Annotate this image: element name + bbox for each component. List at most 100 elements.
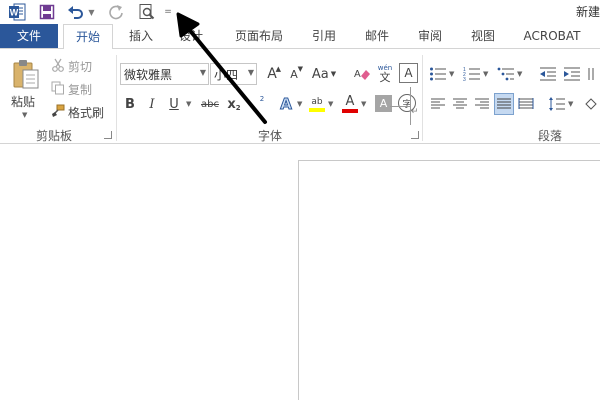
ribbon-tabs: 文件 开始 插入 设计 页面布局 引用 邮件 审阅 视图 ACROBAT xyxy=(0,24,600,49)
tab-view[interactable]: 视图 xyxy=(464,24,502,48)
save-button[interactable] xyxy=(37,2,57,22)
document-area[interactable] xyxy=(0,145,600,400)
character-border-icon: A xyxy=(404,66,413,80)
paragraph-group-label: 段落 xyxy=(537,129,562,143)
line-spacing-button[interactable] xyxy=(547,93,567,115)
font-size-combo[interactable]: 小四 ▼ xyxy=(210,63,257,85)
font-name-combo[interactable]: 微软雅黑 ▼ xyxy=(120,63,209,85)
decrease-indent-icon xyxy=(540,67,556,81)
superscript-mark: 2 xyxy=(259,95,265,103)
tab-review[interactable]: 审阅 xyxy=(411,24,449,48)
text-effects-dropdown-icon[interactable]: ▼ xyxy=(297,100,302,108)
font-color-swatch xyxy=(342,109,358,113)
svg-text:A: A xyxy=(354,69,361,80)
copy-icon[interactable] xyxy=(50,80,66,96)
align-center-button[interactable] xyxy=(450,93,470,115)
justify-button[interactable] xyxy=(494,93,514,115)
clear-formatting-button[interactable]: A xyxy=(352,63,372,85)
word-logo-icon[interactable]: W xyxy=(7,2,27,22)
window-title: 新建 xyxy=(575,5,600,19)
chinese-layout-button[interactable] xyxy=(586,63,600,85)
distributed-button[interactable] xyxy=(516,93,536,115)
undo-dropdown[interactable]: ▼ xyxy=(87,2,96,22)
tab-design[interactable]: 设计 xyxy=(170,24,212,48)
justify-icon xyxy=(497,98,511,109)
print-preview-icon xyxy=(139,4,155,20)
character-border-button[interactable]: A xyxy=(399,63,418,83)
document-page[interactable] xyxy=(298,160,600,400)
phonetic-guide-icon: 文 xyxy=(379,71,391,84)
increase-indent-button[interactable] xyxy=(562,63,582,85)
align-right-button[interactable] xyxy=(472,93,492,115)
chinese-layout-icon xyxy=(588,68,594,80)
clipboard-launcher-icon[interactable] xyxy=(104,131,112,139)
underline-dropdown-icon[interactable]: ▼ xyxy=(186,100,191,108)
save-icon xyxy=(39,4,55,20)
tab-references[interactable]: 引用 xyxy=(305,24,343,48)
paste-dropdown-icon[interactable]: ▼ xyxy=(22,111,27,119)
quick-access-toolbar: W ▼ = 新建 xyxy=(0,0,600,24)
distributed-icon xyxy=(518,98,534,109)
subscript-icon: x xyxy=(227,96,236,112)
format-painter-icon[interactable] xyxy=(50,103,66,119)
shading-button[interactable] xyxy=(582,93,600,115)
text-effects-icon: A xyxy=(280,95,293,114)
cut-button[interactable]: 剪切 xyxy=(68,58,92,75)
multilevel-list-dropdown-icon[interactable]: ▼ xyxy=(517,70,522,78)
paste-button[interactable]: 粘贴 xyxy=(11,93,35,110)
font-color-dropdown-icon[interactable]: ▼ xyxy=(361,100,366,108)
change-case-icon: Aa xyxy=(311,66,329,82)
font-launcher-icon[interactable] xyxy=(411,131,419,139)
align-left-button[interactable] xyxy=(428,93,448,115)
eraser-icon: A xyxy=(354,69,370,80)
tab-page-layout[interactable]: 页面布局 xyxy=(228,24,290,48)
svg-text:W: W xyxy=(10,8,19,18)
bold-button[interactable]: B xyxy=(120,93,140,115)
font-color-button[interactable]: A xyxy=(340,93,360,115)
text-effects-button[interactable]: A xyxy=(276,93,296,115)
highlight-dropdown-icon[interactable]: ▼ xyxy=(328,100,333,108)
shrink-font-button[interactable]: A ▼ xyxy=(284,63,304,85)
paste-icon[interactable] xyxy=(10,57,42,91)
change-case-button[interactable]: Aa ▼ xyxy=(310,63,338,85)
superscript-button[interactable]: 2 xyxy=(246,93,266,115)
highlight-button[interactable]: ab xyxy=(307,93,327,115)
redo-button[interactable] xyxy=(106,2,126,22)
bullets-dropdown-icon[interactable]: ▼ xyxy=(449,70,454,78)
multilevel-list-icon xyxy=(497,67,514,81)
chevron-down-icon: ▼ xyxy=(199,68,206,77)
print-preview-button[interactable] xyxy=(136,2,158,22)
font-group-label: 字体 xyxy=(257,129,282,143)
strikethrough-button[interactable]: abc xyxy=(198,93,222,115)
format-painter-button[interactable]: 格式刷 xyxy=(68,104,104,121)
redo-icon xyxy=(109,5,123,20)
ribbon: 粘贴 ▼ 剪切 复制 格式刷 剪贴板 微软雅黑 ▼ 小四 ▼ A ▲ A ▼ Aa ▼… xyxy=(0,48,600,144)
subscript-button[interactable]: x2 xyxy=(224,93,244,115)
copy-button[interactable]: 复制 xyxy=(68,81,92,98)
bullets-button[interactable] xyxy=(428,63,448,85)
character-shading-button[interactable]: A xyxy=(375,95,392,112)
group-divider xyxy=(422,55,423,141)
align-left-icon xyxy=(431,98,445,109)
tab-acrobat[interactable]: ACROBAT xyxy=(517,24,587,48)
decrease-indent-button[interactable] xyxy=(538,63,558,85)
tab-insert[interactable]: 插入 xyxy=(120,24,162,48)
undo-button[interactable] xyxy=(65,2,87,22)
numbering-dropdown-icon[interactable]: ▼ xyxy=(483,70,488,78)
highlighter-icon: ab xyxy=(311,97,323,107)
numbering-button[interactable]: 123 xyxy=(462,63,482,85)
italic-button[interactable]: I xyxy=(142,93,162,115)
line-spacing-dropdown-icon[interactable]: ▼ xyxy=(568,100,573,108)
tab-home[interactable]: 开始 xyxy=(63,24,113,49)
cut-icon[interactable] xyxy=(50,57,66,73)
customize-qat-button[interactable]: = xyxy=(162,2,174,22)
tab-file[interactable]: 文件 xyxy=(0,24,58,48)
bullets-icon xyxy=(430,67,446,81)
underline-button[interactable]: U xyxy=(164,93,184,115)
tab-mailings[interactable]: 邮件 xyxy=(358,24,396,48)
page-corner-mark xyxy=(390,106,410,107)
grow-font-button[interactable]: A ▲ xyxy=(262,63,282,85)
highlight-color-swatch xyxy=(309,108,325,112)
phonetic-guide-button[interactable]: wén 文 xyxy=(375,62,395,86)
multilevel-list-button[interactable] xyxy=(496,63,516,85)
